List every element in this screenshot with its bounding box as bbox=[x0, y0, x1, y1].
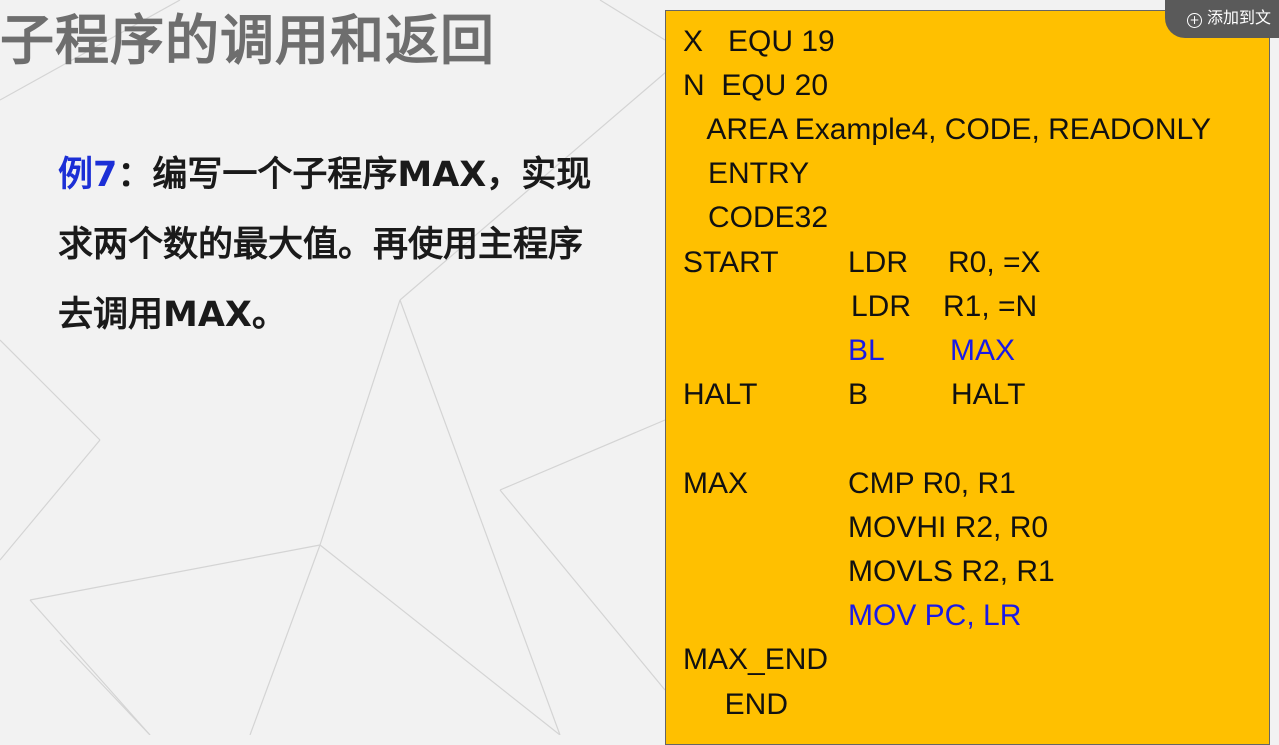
code-line: LDR R1, =N bbox=[683, 285, 1037, 329]
code-line: MAX CMP R0, R1 bbox=[683, 462, 1016, 506]
code-token: CODE32 bbox=[683, 201, 829, 234]
example-text: ：编写一个子程序MAX，实现求两个数的最大值。再使用主程序去调用MAX。 bbox=[58, 155, 592, 335]
code-op: BL bbox=[848, 334, 885, 367]
code-op: MOVLS R2, R1 bbox=[848, 555, 1055, 588]
code-label: HALT bbox=[683, 378, 758, 411]
code-op: LDR bbox=[851, 290, 912, 323]
example-label: 例7 bbox=[58, 155, 118, 195]
code-token: AREA Example4, CODE, READONLY bbox=[683, 113, 1211, 146]
code-token: ENTRY bbox=[683, 157, 810, 190]
code-line: BL MAX bbox=[683, 329, 1015, 373]
add-to-doc-label: 添加到文 bbox=[1207, 8, 1272, 27]
code-label: MAX_END bbox=[683, 643, 829, 676]
code-label: END bbox=[683, 688, 789, 721]
code-op: MOV PC, LR bbox=[848, 599, 1022, 632]
plus-circle-icon: + bbox=[1187, 13, 1202, 28]
code-label: MAX bbox=[683, 467, 749, 500]
code-arg: R0, =X bbox=[948, 246, 1041, 279]
code-arg: R1, =N bbox=[943, 290, 1038, 323]
code-op: B bbox=[848, 378, 869, 411]
code-line: START LDR R0, =X bbox=[683, 241, 1041, 285]
code-arg: HALT bbox=[951, 378, 1026, 411]
page-title: 子程序的调用和返回 bbox=[0, 9, 495, 72]
example-description: 例7：编写一个子程序MAX，实现求两个数的最大值。再使用主程序去调用MAX。 bbox=[58, 140, 598, 350]
add-to-doc-button[interactable]: + 添加到文 bbox=[1165, 0, 1279, 38]
code-label: START bbox=[683, 246, 779, 279]
code-token: X EQU 19 bbox=[683, 25, 835, 58]
code-op: MOVHI R2, R0 bbox=[848, 511, 1049, 544]
code-op: CMP R0, R1 bbox=[848, 467, 1016, 500]
code-panel: X EQU 19 N EQU 20 AREA Example4, CODE, R… bbox=[665, 10, 1270, 745]
code-token: N EQU 20 bbox=[683, 69, 829, 102]
code-line: HALT B HALT bbox=[683, 373, 1025, 417]
code-arg: MAX bbox=[950, 334, 1016, 367]
code-op: LDR bbox=[848, 246, 909, 279]
